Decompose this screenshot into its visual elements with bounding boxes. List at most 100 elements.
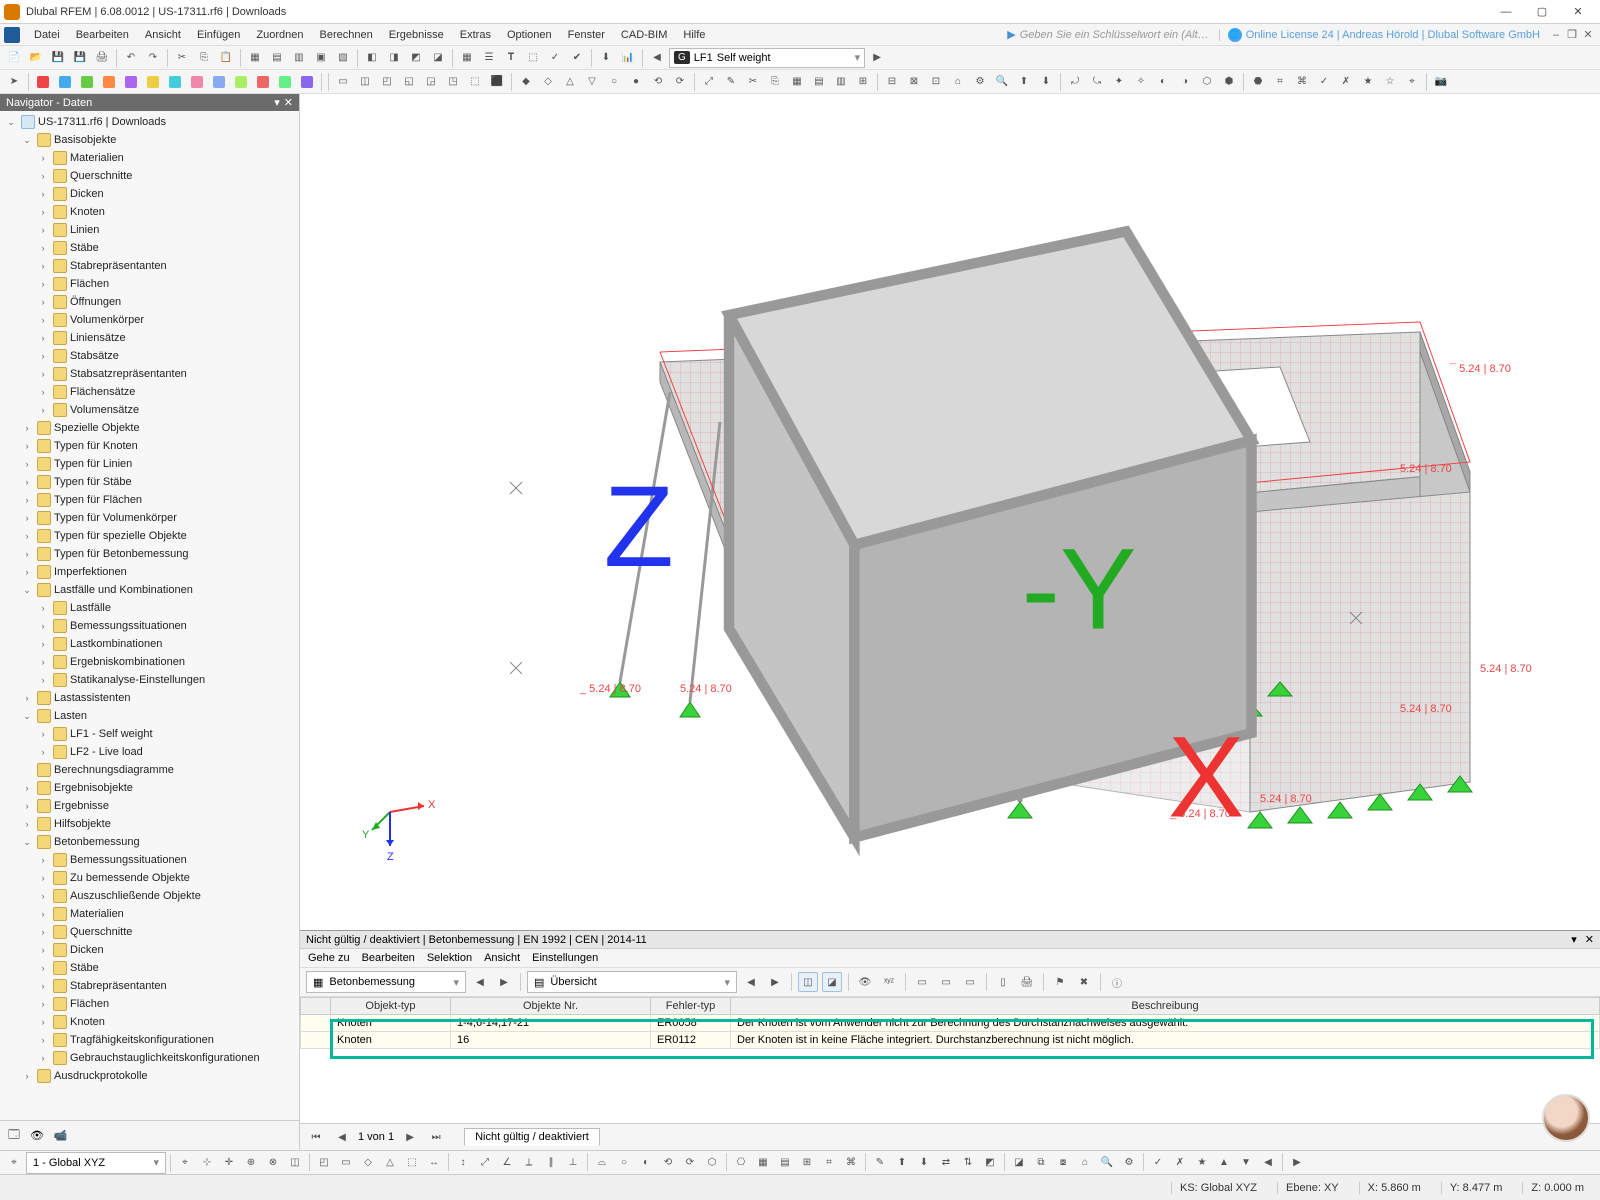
maximize-button[interactable]: ▢ <box>1524 1 1560 23</box>
tree-row[interactable]: ›Materialien <box>0 905 299 923</box>
bp-view-combo[interactable]: ▤Übersicht▾ <box>527 971 737 993</box>
cut-icon[interactable]: ✂ <box>172 48 192 68</box>
tree-row[interactable]: ›Stabsatzrepräsentanten <box>0 365 299 383</box>
bp-print-icon[interactable]: 🖨 <box>1017 972 1037 992</box>
license-label[interactable]: Online License 24 | Andreas Hörold | Dlu… <box>1246 29 1548 41</box>
tool-icon[interactable]: ⊞ <box>853 72 873 92</box>
snap-icon[interactable]: △ <box>380 1153 400 1173</box>
snap-icon[interactable]: ✛ <box>219 1153 239 1173</box>
snap-icon[interactable]: ⊹ <box>197 1153 217 1173</box>
tree-row[interactable]: ⌄Lastfälle und Kombinationen <box>0 581 299 599</box>
bp-col-errtyp[interactable]: Fehler-typ <box>651 998 731 1015</box>
view1-icon[interactable]: ▦ <box>245 48 265 68</box>
bp-next-icon[interactable]: ▶ <box>494 972 514 992</box>
snap-icon[interactable]: ⬇ <box>914 1153 934 1173</box>
tool-icon[interactable]: ◰ <box>377 72 397 92</box>
solid-tool-icon[interactable] <box>143 72 163 92</box>
tree-row[interactable]: ›Dicken <box>0 185 299 203</box>
snap-icon[interactable]: ◩ <box>980 1153 1000 1173</box>
tool-icon[interactable]: ▭ <box>333 72 353 92</box>
line-tool-icon[interactable] <box>55 72 75 92</box>
menu-berechnen[interactable]: Berechnen <box>312 27 381 43</box>
bp-eye-icon[interactable]: 👁 <box>855 972 875 992</box>
tree-row[interactable]: ›LF2 - Live load <box>0 743 299 761</box>
menu-ergebnisse[interactable]: Ergebnisse <box>381 27 452 43</box>
tool-icon[interactable]: ☆ <box>1380 72 1400 92</box>
snap-icon[interactable]: ⊞ <box>797 1153 817 1173</box>
tree-row[interactable]: ›Knoten <box>0 1013 299 1031</box>
snap-icon[interactable]: ⌗ <box>819 1153 839 1173</box>
loadnode-tool-icon[interactable] <box>165 72 185 92</box>
snap-icon[interactable]: ⇄ <box>936 1153 956 1173</box>
bp-filter2-icon[interactable]: ◪ <box>822 972 842 992</box>
bp-einstellungen[interactable]: Einstellungen <box>532 952 598 964</box>
menu-fenster[interactable]: Fenster <box>560 27 613 43</box>
model-icon[interactable]: ⬚ <box>523 48 543 68</box>
tree-row[interactable]: ›Spezielle Objekte <box>0 419 299 437</box>
snap-icon[interactable]: ▶ <box>1287 1153 1307 1173</box>
menu-einfuegen[interactable]: Einfügen <box>189 27 248 43</box>
node-tool-icon[interactable] <box>33 72 53 92</box>
snap-icon[interactable]: ⊕ <box>241 1153 261 1173</box>
bp-table[interactable]: Objekt-typ Objekte Nr. Fehler-typ Beschr… <box>300 997 1600 1123</box>
tree-row[interactable]: ›Volumenkörper <box>0 311 299 329</box>
cs-icon[interactable]: ⌖ <box>4 1153 24 1173</box>
snap-icon[interactable]: ⌓ <box>592 1153 612 1173</box>
bp-win2-icon[interactable]: ▭ <box>936 972 956 992</box>
tree-row[interactable]: ›Gebrauchstauglichkeitskonfigurationen <box>0 1049 299 1067</box>
tree-row[interactable]: ›Flächensätze <box>0 383 299 401</box>
tool-icon[interactable]: ⚙ <box>970 72 990 92</box>
tool-icon[interactable]: ⤿ <box>1087 72 1107 92</box>
snap-icon[interactable]: ○ <box>614 1153 634 1173</box>
nav-tab-camera-icon[interactable]: 📹 <box>54 1129 68 1142</box>
snap-icon[interactable]: ⎔ <box>731 1153 751 1173</box>
tool-icon[interactable]: ◱ <box>399 72 419 92</box>
surface-tool-icon[interactable] <box>99 72 119 92</box>
tool12-icon[interactable] <box>275 72 295 92</box>
tree-row[interactable]: ›Ergebniskombinationen <box>0 653 299 671</box>
snap-icon[interactable]: ▤ <box>775 1153 795 1173</box>
bp-win3-icon[interactable]: ▭ <box>960 972 980 992</box>
file-menu-icon[interactable] <box>4 27 20 43</box>
tool-icon[interactable]: ▥ <box>831 72 851 92</box>
menu-datei[interactable]: Datei <box>26 27 68 43</box>
tree-row[interactable]: ›Lastkombinationen <box>0 635 299 653</box>
navigator-tree[interactable]: ⌄US-17311.rf6 | Downloads⌄Basisobjekte›M… <box>0 111 299 1120</box>
view2-icon[interactable]: ▤ <box>267 48 287 68</box>
tree-row[interactable]: ›Linien <box>0 221 299 239</box>
snap-icon[interactable]: ⊥ <box>563 1153 583 1173</box>
nav-tab-data-icon[interactable]: 🗔 <box>8 1126 20 1145</box>
tool-icon[interactable]: ⬡ <box>1197 72 1217 92</box>
tree-row[interactable]: ›Imperfektionen <box>0 563 299 581</box>
tree-row[interactable]: Berechnungsdiagramme <box>0 761 299 779</box>
load-icon[interactable]: ⬇ <box>596 48 616 68</box>
tool-icon[interactable]: ★ <box>1358 72 1378 92</box>
snap-icon[interactable]: ▲ <box>1214 1153 1234 1173</box>
member-tool-icon[interactable] <box>77 72 97 92</box>
tool-icon[interactable]: ▤ <box>809 72 829 92</box>
snap-icon[interactable]: ∥ <box>541 1153 561 1173</box>
open-icon[interactable]: 📂 <box>26 48 46 68</box>
tree-row[interactable]: ›Hilfsobjekte <box>0 815 299 833</box>
tree-row[interactable]: ›Lastfälle <box>0 599 299 617</box>
tree-row[interactable]: ›Stäbe <box>0 239 299 257</box>
tool-icon[interactable]: ⬚ <box>465 72 485 92</box>
redo-icon[interactable]: ↷ <box>143 48 163 68</box>
view-cube[interactable]: -Y X Z <box>288 106 1588 942</box>
prev-lf-icon[interactable]: ◀ <box>647 48 667 68</box>
pager-prev-icon[interactable]: ◀ <box>332 1127 352 1147</box>
mdi-restore[interactable]: ❐ <box>1564 27 1580 43</box>
model-viewport[interactable]: X Y Z _ 5.24 | 8.70 5.24 | 8.70 ¯ 5.24 |… <box>300 94 1600 930</box>
tool-icon[interactable]: ⤢ <box>699 72 719 92</box>
snap-icon[interactable]: ◰ <box>314 1153 334 1173</box>
next-lf-icon[interactable]: ▶ <box>867 48 887 68</box>
snap-icon[interactable]: ↕ <box>453 1153 473 1173</box>
render1-icon[interactable]: ◧ <box>362 48 382 68</box>
tree-row[interactable]: ›Statikanalyse-Einstellungen <box>0 671 299 689</box>
menu-ansicht[interactable]: Ansicht <box>137 27 189 43</box>
tool-icon[interactable]: ⬢ <box>1219 72 1239 92</box>
tool-icon[interactable]: 🔍 <box>992 72 1012 92</box>
bp-bearbeiten[interactable]: Bearbeiten <box>362 952 415 964</box>
bp-col-objtyp[interactable]: Objekt-typ <box>331 998 451 1015</box>
bp-vnext-icon[interactable]: ▶ <box>765 972 785 992</box>
